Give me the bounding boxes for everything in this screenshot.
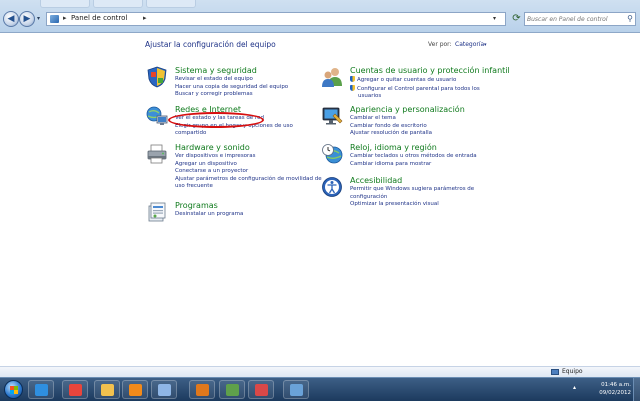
printer-icon (147, 144, 167, 164)
link-check-status[interactable]: Revisar el estado del equipo (175, 76, 288, 84)
control-panel-icon (50, 15, 59, 23)
category-title[interactable]: Sistema y seguridad (175, 66, 257, 75)
link-add-remove-accounts[interactable]: Agregar o quitar cuentas de usuario (350, 76, 480, 85)
programs-box-icon (148, 202, 166, 222)
link-screen-resolution[interactable]: Ajustar resolución de pantalla (350, 130, 432, 138)
media-encoder-icon (226, 384, 239, 396)
refresh-button[interactable]: ⟳ (510, 12, 523, 26)
category-title[interactable]: Programas (175, 201, 218, 210)
refresh-icon: ⟳ (512, 13, 521, 24)
link-parental-controls-cont[interactable]: usuarios (350, 93, 480, 101)
taskbar-app-button[interactable] (151, 380, 177, 399)
chevron-down-icon[interactable]: ▾ (484, 42, 487, 48)
taskbar-app-button[interactable] (248, 380, 274, 399)
status-location: Equipo (562, 368, 583, 375)
control-panel-active-icon (290, 384, 303, 396)
link-connect-projector[interactable]: Conectarse a un proyector (175, 168, 322, 176)
system-clock[interactable]: 01:46 a.m. 09/02/2012 (593, 381, 631, 397)
windows-logo-icon (10, 390, 18, 394)
link-devices-printers[interactable]: Ver dispositivos e impresoras (175, 153, 322, 161)
window-preview-tab (93, 0, 143, 8)
link-parental-controls[interactable]: Configurar el Control parental para todo… (350, 84, 480, 94)
chrome-icon (69, 384, 82, 396)
taskbar-app-button[interactable] (62, 380, 88, 399)
category-title[interactable]: Reloj, idioma y región (350, 143, 437, 152)
internet-explorer-icon (35, 384, 48, 396)
page-title: Ajustar la configuración del equipo (145, 40, 276, 49)
link-suggest-settings-cont[interactable]: configuración (350, 194, 474, 202)
control-panel-icon (158, 384, 171, 396)
matlab-icon (196, 384, 209, 396)
utility-app-icon (255, 384, 268, 396)
taskbar-app-button[interactable] (219, 380, 245, 399)
category-title[interactable]: Apariencia y personalización (350, 105, 465, 114)
breadcrumb-control-panel[interactable]: Panel de control (71, 14, 127, 22)
link-uninstall-program[interactable]: Desinstalar un programa (175, 211, 243, 219)
recent-pages-button[interactable]: ▾ (37, 15, 40, 22)
link-change-wallpaper[interactable]: Cambiar fondo de escritorio (350, 123, 432, 131)
view-by-label: Ver por: (428, 41, 452, 48)
search-icon[interactable]: ⚲ (627, 14, 633, 23)
uac-shield-icon (350, 76, 355, 82)
back-arrow-icon: ◀ (7, 14, 15, 24)
chevron-down-icon: ▾ (37, 15, 41, 22)
link-change-theme[interactable]: Cambiar el tema (350, 115, 432, 123)
network-globe-icon (146, 106, 168, 125)
link-backup[interactable]: Hacer una copia de seguridad del equipo (175, 84, 288, 92)
shield-flag-icon (147, 66, 167, 88)
address-history-dropdown[interactable]: ▾ (493, 15, 496, 22)
address-bar[interactable]: ▸ Panel de control ▸ (46, 12, 506, 26)
tray-expand-button[interactable]: ▴ (573, 384, 576, 391)
view-by-dropdown[interactable]: Categoría (455, 41, 484, 48)
users-icon (322, 68, 342, 87)
category-title[interactable]: Hardware y sonido (175, 143, 250, 152)
chevron-up-icon: ▴ (573, 384, 577, 391)
media-player-icon (129, 384, 142, 396)
computer-icon (551, 369, 559, 375)
window-preview-tab (40, 0, 90, 8)
clock-date: 09/02/2012 (599, 390, 631, 396)
taskbar-app-button[interactable] (122, 380, 148, 399)
window-preview-strip (40, 0, 196, 9)
taskbar-app-button[interactable] (28, 380, 54, 399)
link-text: Configurar el Control parental para todo… (357, 85, 480, 92)
clock-globe-icon (322, 144, 343, 164)
window-preview-tab (146, 0, 196, 8)
back-button[interactable]: ◀ (3, 11, 19, 27)
show-desktop-button[interactable] (633, 378, 640, 401)
link-add-device[interactable]: Agregar un dispositivo (175, 161, 322, 169)
category-title[interactable]: Accesibilidad (350, 176, 402, 185)
category-title[interactable]: Cuentas de usuario y protección infantil (350, 66, 510, 75)
breadcrumb-chevron-icon[interactable]: ▸ (143, 14, 147, 22)
link-text: Agregar o quitar cuentas de usuario (357, 77, 457, 83)
clock-time: 01:46 a.m. (601, 382, 631, 388)
ease-of-access-icon (322, 177, 342, 197)
link-mobility-settings-cont[interactable]: uso frecuente (175, 183, 322, 191)
start-button[interactable] (4, 380, 23, 399)
forward-button[interactable]: ▶ (19, 11, 35, 27)
file-explorer-icon (101, 384, 114, 396)
link-change-keyboards[interactable]: Cambiar teclados u otros métodos de entr… (350, 153, 477, 161)
uac-shield-icon (350, 84, 355, 91)
search-box[interactable]: ⚲ (524, 12, 636, 26)
link-suggest-settings[interactable]: Permitir que Windows sugiera parámetros … (350, 186, 474, 194)
link-homegroup-cont[interactable]: compartido (175, 130, 293, 138)
chevron-down-icon: ▾ (493, 15, 497, 22)
link-troubleshoot[interactable]: Buscar y corregir problemas (175, 91, 288, 99)
search-input[interactable] (527, 13, 623, 25)
link-display-language[interactable]: Cambiar idioma para mostrar (350, 161, 477, 169)
taskbar-app-button[interactable] (94, 380, 120, 399)
taskbar: ▴ 01:46 a.m. 09/02/2012 (0, 377, 640, 401)
forward-arrow-icon: ▶ (23, 14, 31, 24)
title-address-bar: ◀ ▶ ▾ ▸ Panel de control ▸ ▾ ⟳ ⚲ (0, 0, 640, 33)
highlight-annotation (168, 112, 264, 128)
link-optimize-display[interactable]: Optimizar la presentación visual (350, 201, 474, 209)
taskbar-app-button[interactable] (283, 380, 309, 399)
taskbar-app-button[interactable] (189, 380, 215, 399)
monitor-paint-icon (322, 107, 343, 125)
link-mobility-settings[interactable]: Ajustar parámetros de configuración de m… (175, 176, 322, 184)
breadcrumb-separator-icon: ▸ (63, 14, 67, 22)
